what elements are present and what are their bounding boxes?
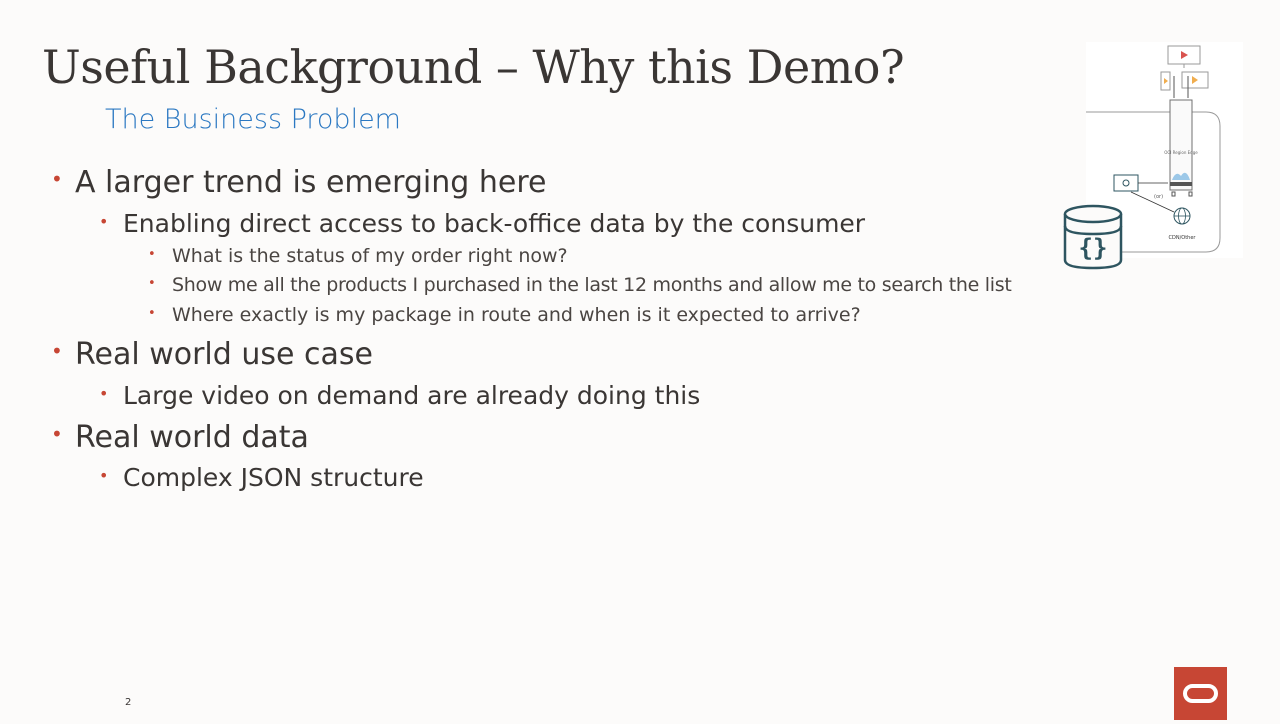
- bullet-dot-icon: •: [148, 276, 156, 291]
- bullet-item: • Where exactly is my package in route a…: [148, 304, 861, 326]
- bullet-text: Enabling direct access to back-office da…: [123, 209, 866, 238]
- bullet-dot-icon: •: [99, 466, 109, 485]
- bullet-dot-icon: •: [99, 384, 109, 403]
- bullet-text: Complex JSON structure: [123, 463, 424, 492]
- page-number: 2: [125, 697, 132, 708]
- bullet-text: Where exactly is my package in route and…: [172, 304, 861, 326]
- bullet-item: • Real world use case: [51, 337, 373, 372]
- slide-subtitle: The Business Problem: [105, 104, 401, 135]
- bullet-dot-icon: •: [148, 247, 156, 262]
- bullet-item: • Real world data: [51, 420, 309, 455]
- json-database-icon: {}: [1062, 204, 1124, 270]
- bullet-dot-icon: •: [148, 306, 156, 321]
- slide: Useful Background – Why this Demo? The B…: [0, 0, 1280, 720]
- diagram-label-region: OCI Region Edge: [1164, 150, 1198, 155]
- device-icon: [1113, 174, 1139, 192]
- bullet-item: • Large video on demand are already doin…: [99, 381, 701, 410]
- bullet-text: What is the status of my order right now…: [172, 245, 568, 267]
- bullet-text: Real world use case: [75, 337, 373, 372]
- bullet-dot-icon: •: [51, 167, 63, 191]
- braces-glyph: {}: [1079, 234, 1108, 262]
- bullet-dot-icon: •: [51, 422, 63, 446]
- bullet-item: • Complex JSON structure: [99, 463, 424, 492]
- slide-title: Useful Background – Why this Demo?: [42, 40, 905, 94]
- bullet-text: A larger trend is emerging here: [75, 165, 547, 200]
- bullet-dot-icon: •: [99, 212, 109, 231]
- bullet-item: • What is the status of my order right n…: [148, 245, 568, 267]
- bullet-dot-icon: •: [51, 339, 63, 363]
- diagram-label-cdn: CDN/Other: [1169, 235, 1197, 241]
- bullet-item: • A larger trend is emerging here: [51, 165, 547, 200]
- oracle-logo-icon: [1174, 667, 1227, 720]
- diagram-label-or: (or): [1154, 194, 1163, 200]
- bullet-text: Large video on demand are already doing …: [123, 381, 701, 410]
- bullet-item: • Show me all the products I purchased i…: [148, 274, 1012, 296]
- bullet-text: Real world data: [75, 420, 309, 455]
- bullet-text: Show me all the products I purchased in …: [172, 274, 1012, 296]
- bullet-item: • Enabling direct access to back-office …: [99, 209, 866, 238]
